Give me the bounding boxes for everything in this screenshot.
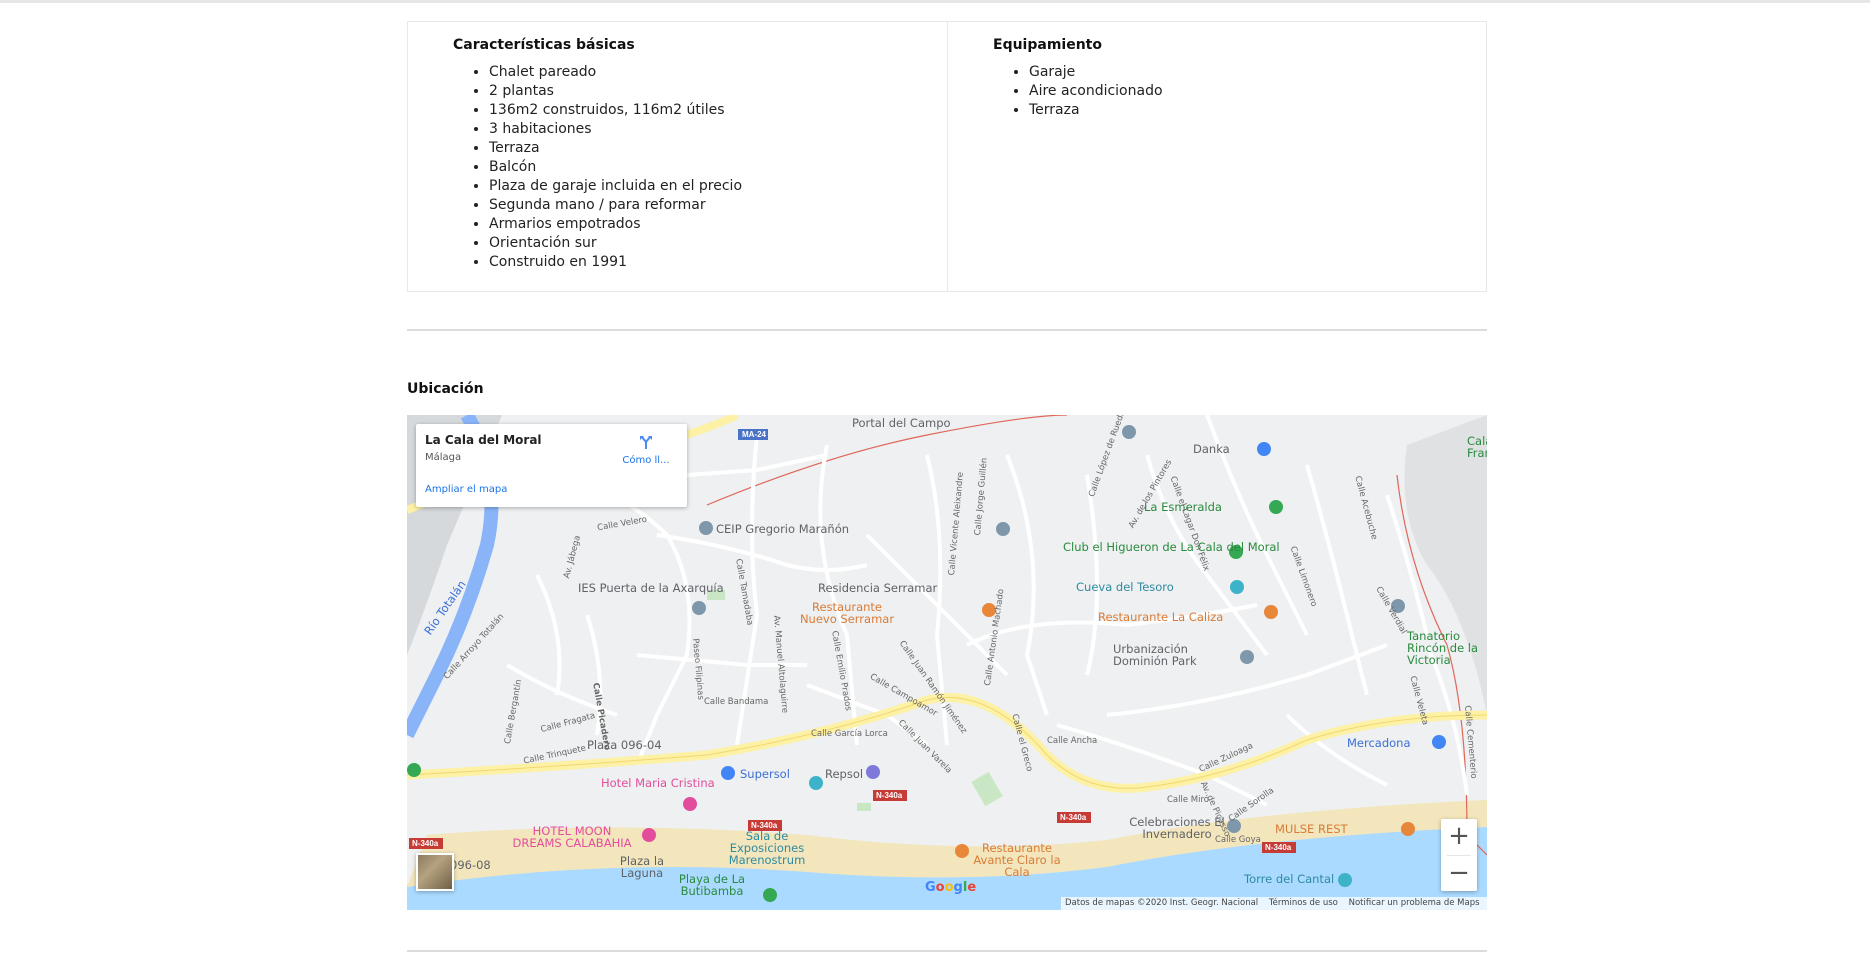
list-item: Aire acondicionado — [1029, 82, 1486, 101]
place-info-card: La Cala del Moral Málaga Ampliar el mapa… — [416, 424, 687, 507]
poi-label: Cala Fran — [1467, 435, 1487, 459]
poi-label: Restaurante Nuevo Serramar — [799, 600, 895, 626]
list-item: 2 plantas — [489, 82, 947, 101]
enlarge-map-link[interactable]: Ampliar el mapa — [425, 484, 507, 495]
poi-label: Residencia Serramar — [818, 581, 938, 595]
list-item: Garaje — [1029, 63, 1486, 82]
poi-label: Restaurante La Caliza — [1098, 610, 1224, 624]
top-divider — [0, 0, 1870, 3]
poi-label: HOTEL MOON DREAMS CALABAHIA — [512, 824, 632, 850]
street-label: Calle García Lorca — [811, 729, 888, 739]
list-item: Orientación sur — [489, 234, 947, 253]
section-divider — [407, 950, 1487, 952]
zoom-out-button[interactable]: − — [1441, 856, 1477, 892]
poi-label: 096-08 — [450, 858, 491, 872]
list-item: 136m2 construidos, 116m2 útiles — [489, 101, 947, 120]
terms-link[interactable]: Términos de uso — [1269, 898, 1338, 908]
list-item: Armarios empotrados — [489, 215, 947, 234]
report-problem-link[interactable]: Notificar un problema de Maps — [1349, 898, 1480, 908]
features-panel: Características básicas Chalet pareado 2… — [407, 21, 1487, 292]
road-badge: N-340a — [876, 791, 903, 800]
equipment-title: Equipamiento — [993, 37, 1102, 53]
poi-label: Supersol — [740, 767, 790, 781]
map[interactable]: MA-24 N-340a N-340a N-340a N-340a N-340a… — [407, 415, 1487, 910]
poi-label: Repsol — [825, 767, 864, 781]
street-label: Calle Ancha — [1047, 736, 1098, 746]
poi-label: Portal del Campo — [852, 416, 951, 430]
directions-icon — [640, 436, 652, 449]
poi-label: Playa de La Butibamba — [678, 872, 746, 898]
poi-label: Danka — [1193, 442, 1230, 456]
road-badge: MA-24 — [742, 430, 767, 439]
list-item: Segunda mano / para reformar — [489, 196, 947, 215]
list-item: Construido en 1991 — [489, 253, 947, 272]
google-logo: Google — [925, 880, 977, 895]
list-item: Plaza de garaje incluida en el precio — [489, 177, 947, 196]
poi-label: CEIP Gregorio Marañón — [716, 522, 850, 536]
location-title: Ubicación — [407, 381, 484, 397]
directions-button[interactable]: Cómo ll... — [616, 434, 676, 466]
list-item: 3 habitaciones — [489, 120, 947, 139]
basic-features-title: Características básicas — [453, 37, 635, 53]
directions-label: Cómo ll... — [622, 455, 670, 466]
street-label: Calle Bandama — [704, 697, 769, 707]
basic-features-list: Chalet pareado 2 plantas 136m2 construid… — [453, 63, 947, 272]
poi-label: Urbanización Dominión Park — [1113, 642, 1197, 668]
road-badge: N-340a — [412, 839, 439, 848]
poi-label: Celebraciones El Invernadero — [1129, 815, 1225, 841]
list-item: Terraza — [1029, 101, 1486, 120]
equipment-column: Equipamiento Garaje Aire acondicionado T… — [947, 22, 1486, 291]
list-item: Chalet pareado — [489, 63, 947, 82]
poi-label: Tanatorio Rincón de la Victoria — [1407, 629, 1479, 667]
poi-label: Cueva del Tesoro — [1076, 580, 1174, 594]
poi-label: Club el Higueron de La Cala del Moral — [1063, 540, 1280, 554]
road-badge: N-340a — [1060, 813, 1087, 822]
zoom-in-button[interactable]: + — [1441, 819, 1477, 855]
equipment-list: Garaje Aire acondicionado Terraza — [993, 63, 1486, 120]
poi-label: Torre del Cantal — [1244, 872, 1335, 886]
section-divider — [407, 329, 1487, 331]
street-label: Calle Goya — [1215, 835, 1261, 845]
map-data-credit: Datos de mapas ©2020 Inst. Geogr. Nacion… — [1065, 898, 1259, 908]
road-badge: N-340a — [1265, 843, 1292, 852]
poi-label: Plaza 096-04 — [587, 738, 662, 752]
poi-label: Plaza la Laguna — [619, 854, 665, 880]
poi-label: Mercadona — [1347, 736, 1411, 750]
satellite-toggle[interactable] — [416, 853, 454, 891]
poi-label: MULSE REST — [1275, 822, 1348, 836]
poi-label: Hotel Maria Cristina — [601, 776, 715, 790]
place-city: Málaga — [425, 452, 462, 463]
zoom-controls: + − — [1441, 819, 1477, 891]
list-item: Balcón — [489, 158, 947, 177]
map-attribution: Datos de mapas ©2020 Inst. Geogr. Nacion… — [1061, 897, 1487, 910]
poi-label: Restaurante Avante Claro la Cala — [973, 841, 1061, 879]
poi-label: Sala de Exposiciones Marenostrum — [728, 829, 806, 867]
list-item: Terraza — [489, 139, 947, 158]
poi-label: IES Puerta de la Axarquía — [578, 581, 724, 595]
basic-features-column: Características básicas Chalet pareado 2… — [408, 22, 947, 291]
place-name: La Cala del Moral — [425, 433, 542, 447]
